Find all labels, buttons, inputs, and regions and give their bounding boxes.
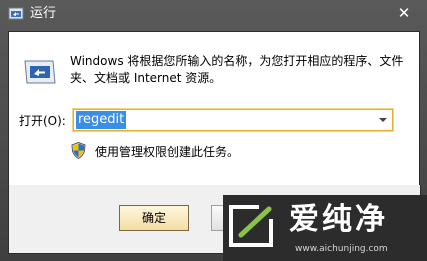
window-title: 运行 bbox=[30, 6, 57, 21]
open-combobox[interactable]: regedit bbox=[73, 109, 393, 131]
close-button[interactable]: ✕ bbox=[391, 3, 417, 23]
watermark-overlay: 爱纯净 www.aichunjing.com bbox=[223, 195, 427, 261]
chevron-down-icon[interactable] bbox=[376, 110, 390, 130]
ok-button[interactable]: 确定 bbox=[119, 205, 189, 231]
aichunjing-logo bbox=[229, 203, 277, 247]
uac-notice: 使用管理权限创建此任务。 bbox=[95, 145, 240, 159]
run-program-icon bbox=[24, 60, 56, 84]
watermark-name: 爱纯净 bbox=[289, 202, 388, 237]
title-bar[interactable]: 运行 ✕ bbox=[0, 0, 427, 30]
run-icon bbox=[8, 7, 24, 20]
open-label: 打开(O): bbox=[19, 114, 66, 128]
dialog-body: Windows 将根据您所输入的名称，为您打开相应的程序、文件夹、文档或 Int… bbox=[8, 31, 420, 186]
watermark-url: www.aichunjing.com bbox=[295, 244, 388, 254]
uac-shield-icon bbox=[71, 142, 86, 159]
description-text: Windows 将根据您所输入的名称，为您打开相应的程序、文件夹、文档或 Int… bbox=[70, 54, 404, 85]
run-dialog: 运行 ✕ Windows 将根据您所输入的名称，为您打开相应的程序、文件夹、文档… bbox=[0, 0, 427, 261]
open-input-value[interactable]: regedit bbox=[76, 111, 127, 129]
